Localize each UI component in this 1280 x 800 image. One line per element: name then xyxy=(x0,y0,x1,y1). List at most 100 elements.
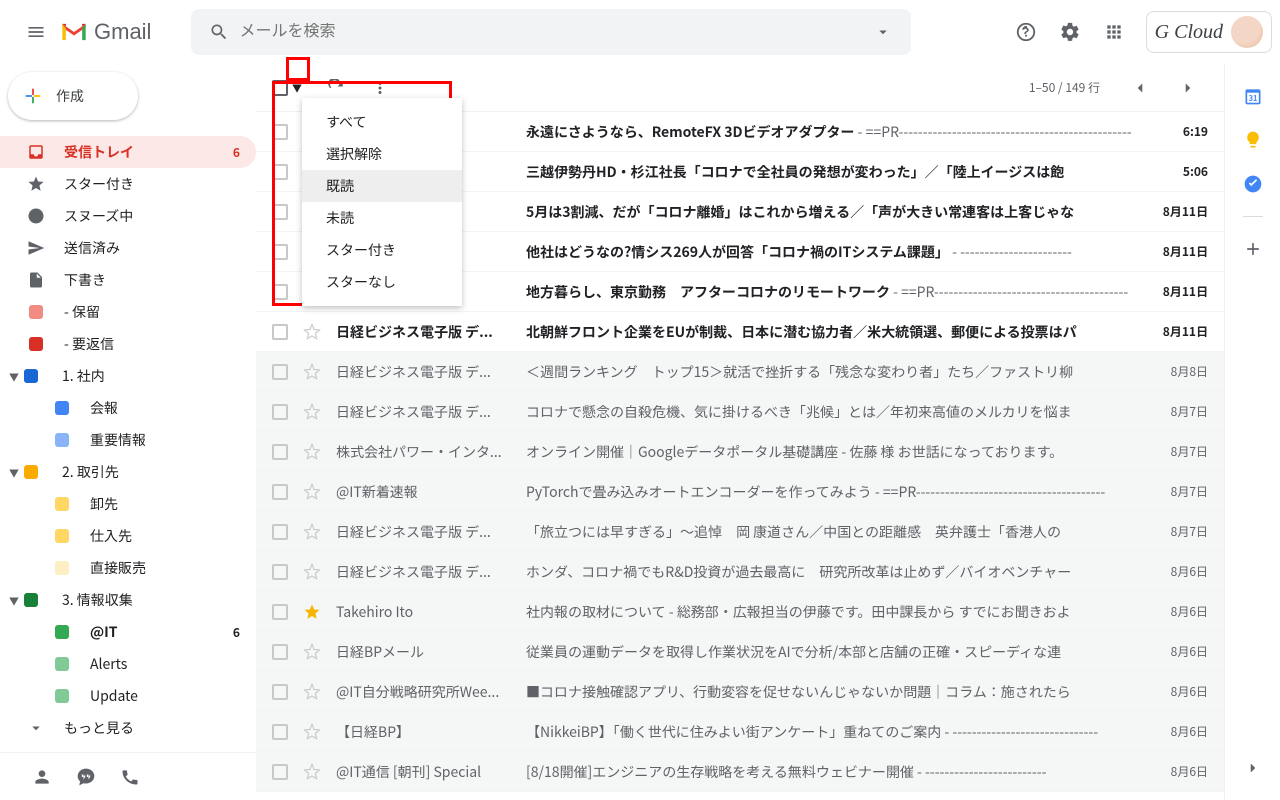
sidebar-subitem[interactable]: 仕入先 xyxy=(0,520,256,552)
sidebar-item-starred[interactable]: スター付き xyxy=(0,168,256,200)
row-checkbox[interactable] xyxy=(272,564,288,580)
star-button[interactable] xyxy=(302,602,322,622)
main-panel: ▼ すべて 選択解除 既読 未読 スター付き xyxy=(256,64,1224,800)
star-button[interactable] xyxy=(302,562,322,582)
mail-row[interactable]: 【日経BP】【NikkeiBP】「働く世代に住みよい街アンケート」重ねてのご案内… xyxy=(256,712,1224,752)
tasks-icon xyxy=(1243,174,1263,194)
mail-row[interactable]: 日経ビジネス電子版 デ...北朝鮮フロント企業をEUが制裁、日本に潜む協力者／米… xyxy=(256,312,1224,352)
dropdown-item-all[interactable]: すべて xyxy=(302,106,462,138)
hangouts-icon[interactable] xyxy=(76,767,96,787)
search-button[interactable] xyxy=(199,12,239,52)
main-menu-button[interactable] xyxy=(16,12,56,52)
select-all-checkbox[interactable] xyxy=(272,80,288,96)
mail-content: 永遠にさようなら、RemoteFX 3Dビデオアダプター - ==PR-----… xyxy=(526,122,1163,142)
dropdown-item-unstarred[interactable]: スターなし xyxy=(302,266,462,298)
keep-addon-button[interactable] xyxy=(1233,120,1273,160)
account-switcher[interactable]: G Cloud xyxy=(1146,11,1272,53)
apps-button[interactable] xyxy=(1094,12,1134,52)
mail-row[interactable]: @IT自分戦略研究所Wee...■コロナ接触確認アプリ、行動変容を促せないんじゃ… xyxy=(256,672,1224,712)
row-checkbox[interactable] xyxy=(272,724,288,740)
row-checkbox[interactable] xyxy=(272,404,288,420)
mail-row[interactable]: @IT通信 [朝刊] Special[8/18開催]エンジニアの生存戦略を考える… xyxy=(256,752,1224,792)
sidebar-group-internal[interactable]: ▼ 1. 社内 xyxy=(0,360,256,392)
star-button[interactable] xyxy=(302,482,322,502)
select-all-control[interactable]: ▼ xyxy=(272,78,304,97)
sidebar-item-reply-needed-label[interactable]: - 要返信 xyxy=(0,328,256,360)
sidebar-item-label: 受信トレイ xyxy=(64,142,134,162)
gmail-logo[interactable]: Gmail xyxy=(60,19,151,45)
sidebar-subitem[interactable]: Update xyxy=(0,680,256,712)
sidebar-item-label: - 要返信 xyxy=(64,334,114,354)
sidebar-group-partners[interactable]: ▼ 2. 取引先 xyxy=(0,456,256,488)
sidebar-item-drafts[interactable]: 下書き xyxy=(0,264,256,296)
phone-icon[interactable] xyxy=(120,767,140,787)
sidebar-subitem-atit[interactable]: @IT 6 xyxy=(0,616,256,648)
row-checkbox[interactable] xyxy=(272,604,288,620)
sidebar-subitem[interactable]: 重要情報 xyxy=(0,424,256,456)
chevron-down-icon: ▼ xyxy=(4,593,24,608)
mail-row[interactable]: 株式会社パワー・インタ...オンライン開催｜Googleデータポータル基礎講座 … xyxy=(256,432,1224,472)
row-checkbox[interactable] xyxy=(272,204,288,220)
star-button[interactable] xyxy=(302,522,322,542)
row-checkbox[interactable] xyxy=(272,324,288,340)
next-page-button[interactable] xyxy=(1168,68,1208,108)
sidebar-subitem[interactable]: 卸先 xyxy=(0,488,256,520)
search-options-button[interactable] xyxy=(863,12,903,52)
get-addons-button[interactable] xyxy=(1233,229,1273,269)
star-button[interactable] xyxy=(302,682,322,702)
mail-row[interactable]: 日経ビジネス電子版 デ...「旅立つには早すぎる」～追悼 岡 康道さん／中国との… xyxy=(256,512,1224,552)
star-button[interactable] xyxy=(302,722,322,742)
mail-row[interactable]: 日経BPメール従業員の運動データを取得し作業状況をAIで分析/本部と店舗の正確・… xyxy=(256,632,1224,672)
support-button[interactable] xyxy=(1006,12,1046,52)
row-checkbox[interactable] xyxy=(272,284,288,300)
search-bar[interactable] xyxy=(191,9,911,55)
compose-button[interactable]: 作成 xyxy=(8,72,138,120)
dropdown-item-unread[interactable]: 未読 xyxy=(302,202,462,234)
caret-down-icon[interactable]: ▼ xyxy=(290,78,304,97)
row-checkbox[interactable] xyxy=(272,644,288,660)
sidebar-item-inbox[interactable]: 受信トレイ 6 xyxy=(0,136,256,168)
calendar-addon-button[interactable]: 31 xyxy=(1233,76,1273,116)
sidebar-subitem[interactable]: 直接販売 xyxy=(0,552,256,584)
apps-grid-icon xyxy=(1104,22,1124,42)
settings-button[interactable] xyxy=(1050,12,1090,52)
sidebar-item-more[interactable]: もっと見る xyxy=(0,712,256,744)
star-button[interactable] xyxy=(302,642,322,662)
collapse-panel-button[interactable] xyxy=(1233,748,1273,788)
row-checkbox[interactable] xyxy=(272,444,288,460)
clock-icon xyxy=(26,206,46,226)
prev-page-button[interactable] xyxy=(1120,68,1160,108)
row-checkbox[interactable] xyxy=(272,684,288,700)
star-button[interactable] xyxy=(302,762,322,782)
mail-row[interactable]: 日経ビジネス電子版 デ...ホンダ、コロナ禍でもR&D投資が過去最高に 研究所改… xyxy=(256,552,1224,592)
search-input[interactable] xyxy=(239,23,863,41)
dropdown-item-none[interactable]: 選択解除 xyxy=(302,138,462,170)
mail-row[interactable]: 日経ビジネス電子版 デ...コロナで懸念の自殺危機、気に掛けるべき「兆候」とは／… xyxy=(256,392,1224,432)
row-checkbox[interactable] xyxy=(272,364,288,380)
mail-date: 8月8日 xyxy=(1171,363,1208,380)
mail-content: [8/18開催]エンジニアの生存戦略を考える無料ウェビナー開催 - ------… xyxy=(526,762,1151,782)
sidebar-subitem[interactable]: Alerts xyxy=(0,648,256,680)
mail-row[interactable]: Takehiro Ito社内報の取材について - 総務部・広報担当の伊藤です。田… xyxy=(256,592,1224,632)
dropdown-item-starred[interactable]: スター付き xyxy=(302,234,462,266)
mail-row[interactable]: 日経ビジネス電子版 デ...＜週間ランキング トップ15＞就活で挫折する「残念な… xyxy=(256,352,1224,392)
tasks-addon-button[interactable] xyxy=(1233,164,1273,204)
sidebar-group-info[interactable]: ▼ 3. 情報収集 xyxy=(0,584,256,616)
row-checkbox[interactable] xyxy=(272,484,288,500)
row-checkbox[interactable] xyxy=(272,164,288,180)
person-icon[interactable] xyxy=(32,767,52,787)
row-checkbox[interactable] xyxy=(272,124,288,140)
star-button[interactable] xyxy=(302,362,322,382)
dropdown-item-read[interactable]: 既読 xyxy=(302,170,462,202)
row-checkbox[interactable] xyxy=(272,764,288,780)
sidebar-item-snoozed[interactable]: スヌーズ中 xyxy=(0,200,256,232)
sidebar-item-hold-label[interactable]: - 保留 xyxy=(0,296,256,328)
star-button[interactable] xyxy=(302,442,322,462)
mail-row[interactable]: @IT新着速報PyTorchで畳み込みオートエンコーダーを作ってみよう - ==… xyxy=(256,472,1224,512)
star-button[interactable] xyxy=(302,402,322,422)
row-checkbox[interactable] xyxy=(272,524,288,540)
star-button[interactable] xyxy=(302,322,322,342)
sidebar-item-sent[interactable]: 送信済み xyxy=(0,232,256,264)
sidebar-subitem[interactable]: 会報 xyxy=(0,392,256,424)
row-checkbox[interactable] xyxy=(272,244,288,260)
